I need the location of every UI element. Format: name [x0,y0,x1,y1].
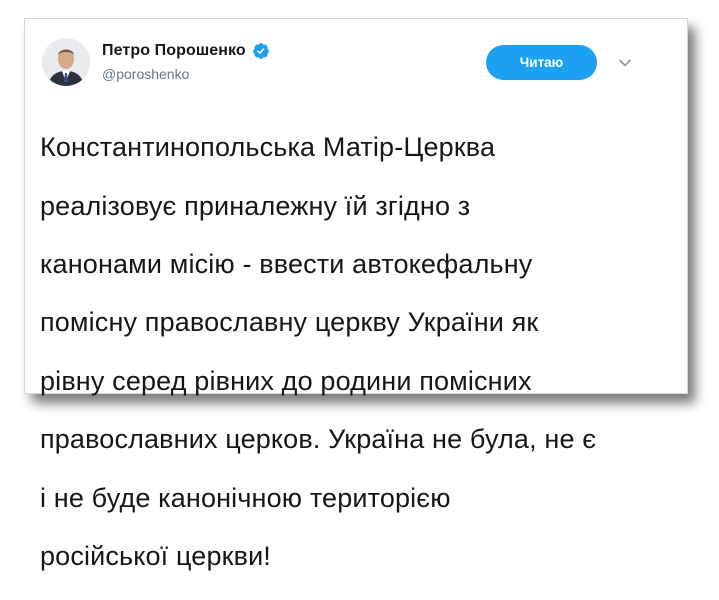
profile-photo-icon [42,38,90,86]
following-button[interactable]: Читаю [486,45,597,80]
chevron-down-icon[interactable] [618,56,632,70]
avatar[interactable] [42,38,90,86]
author-name[interactable]: Петро Порошенко [102,42,246,60]
tweet-text-line: рівну серед рівних до родини помісних [40,365,532,396]
tweet-text-line: реалізовує приналежну їй згідно з [40,190,471,221]
verified-badge-icon [252,42,270,60]
tweet-text-line: помісну православну церкву України як [40,307,539,338]
author-handle[interactable]: @poroshenko [102,66,189,82]
tweet-text-line: російської церкви! [40,541,271,572]
tweet-text-line: канонами місію - ввести автокефальну [40,249,533,280]
tweet-text-line: Константинопольська Матір-Церква [40,132,496,163]
tweet-text-line: і не буде канонічною територією [40,482,451,513]
author-row: Петро Порошенко [102,42,270,60]
tweet-text-line: православних церков. Україна не була, не… [40,424,597,455]
tweet-text: Константинопольська Матір-Церква реалізо… [40,104,648,600]
